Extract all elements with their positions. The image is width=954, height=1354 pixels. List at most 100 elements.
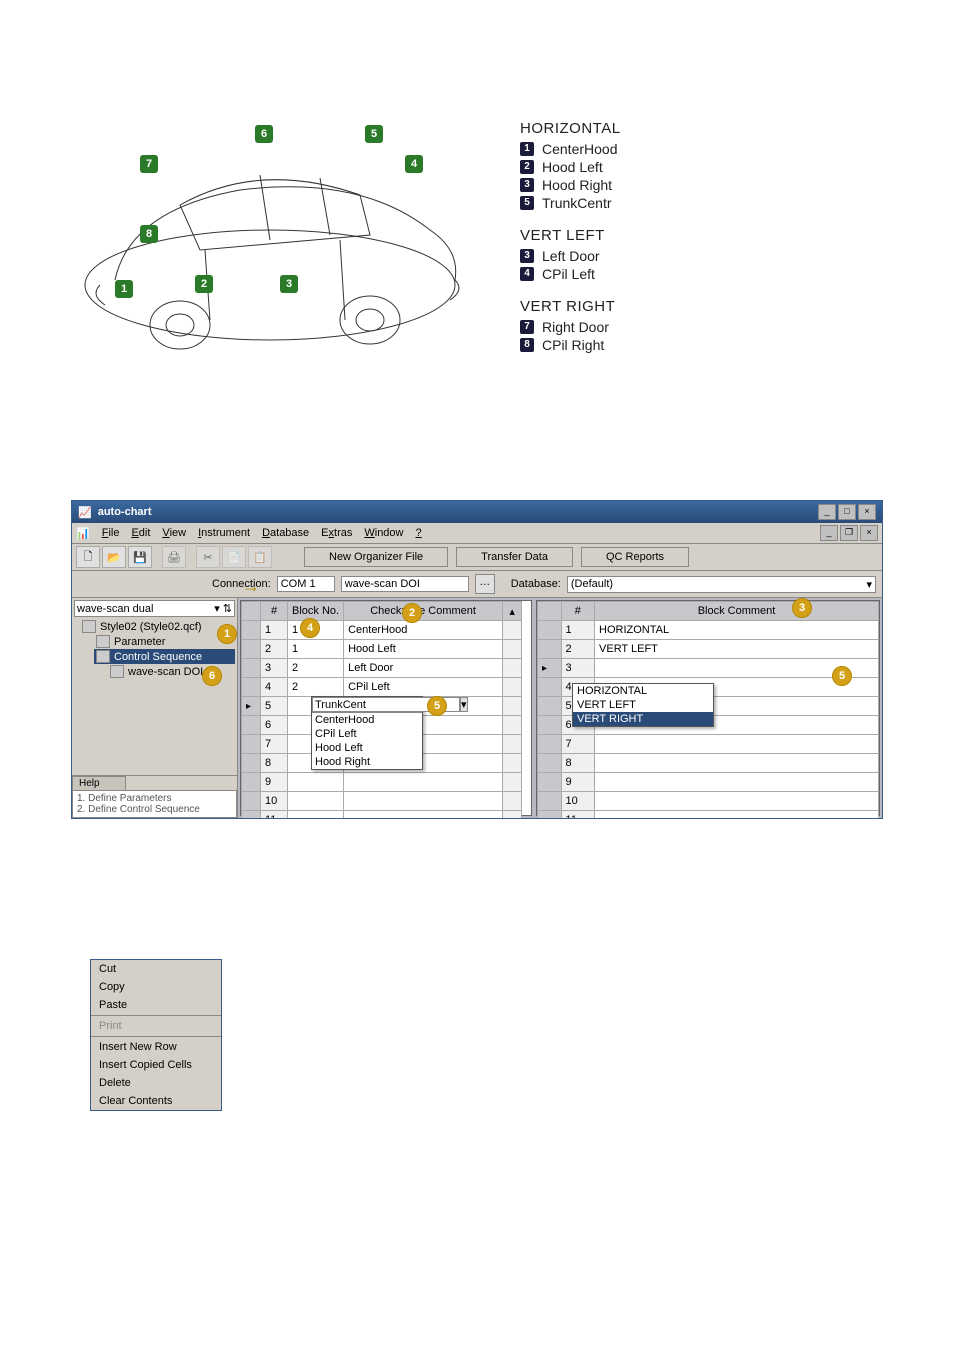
chevron-down-icon[interactable]: ▾ bbox=[460, 697, 468, 712]
new-organizer-button[interactable]: New Organizer File bbox=[304, 547, 448, 567]
legend-label: CenterHood bbox=[542, 141, 618, 157]
checkzone-table: # Block No. Checkzone Comment ▴ 11Center… bbox=[240, 600, 532, 816]
annotation-5b: 5 bbox=[832, 666, 852, 686]
legend-badge: 5 bbox=[520, 196, 534, 210]
tree-selector[interactable]: wave-scan dual ▾ ⇅ bbox=[74, 600, 235, 617]
help-pane: Help 1. Define Parameters 2. Define Cont… bbox=[72, 775, 237, 818]
ctx-clear[interactable]: Clear Contents bbox=[91, 1092, 221, 1110]
connection-row: Connection: … Database: (Default) ▾ bbox=[72, 571, 882, 598]
car-badge-1: 1 bbox=[115, 280, 133, 298]
app-title: auto-chart bbox=[98, 506, 812, 518]
scroll-up-icon[interactable]: ▴ bbox=[503, 602, 522, 621]
legend-label: TrunkCentr bbox=[542, 195, 612, 211]
menu-view[interactable]: View bbox=[162, 527, 186, 539]
tree-pane: wave-scan dual ▾ ⇅ Style02 (Style02.qcf)… bbox=[72, 598, 238, 818]
annotation-3: 3 bbox=[792, 598, 812, 618]
mdi-restore-button[interactable]: ❐ bbox=[840, 525, 858, 541]
tree-node-control-sequence[interactable]: Control Sequence bbox=[94, 649, 235, 664]
annotation-2: 2 bbox=[402, 603, 422, 623]
legend-label: Hood Right bbox=[542, 177, 612, 193]
ctx-paste[interactable]: Paste bbox=[91, 996, 221, 1014]
transfer-data-button[interactable]: Transfer Data bbox=[456, 547, 573, 567]
ctx-delete[interactable]: Delete bbox=[91, 1074, 221, 1092]
menu-help[interactable]: ? bbox=[416, 527, 422, 539]
tree-node-parameter[interactable]: Parameter bbox=[94, 634, 235, 649]
print-button[interactable]: 🖨 bbox=[162, 546, 186, 568]
database-label: Database: bbox=[511, 578, 561, 590]
dd-item[interactable]: VERT RIGHT bbox=[573, 712, 713, 726]
annotation-4: 4 bbox=[300, 618, 320, 638]
col-comment: Checkzone Comment bbox=[344, 602, 503, 621]
menu-database[interactable]: Database bbox=[262, 527, 309, 539]
legend-label: CPil Left bbox=[542, 266, 595, 282]
cut-button[interactable]: ✂ bbox=[196, 546, 220, 568]
checkzone-dd-list: CenterHood CPil Left Hood Left Hood Righ… bbox=[312, 712, 422, 769]
car-badge-3: 3 bbox=[280, 275, 298, 293]
ctx-insert-cells[interactable]: Insert Copied Cells bbox=[91, 1056, 221, 1074]
legend-badge: 8 bbox=[520, 338, 534, 352]
file-icon bbox=[96, 650, 110, 663]
paste-button[interactable]: 📋 bbox=[248, 546, 272, 568]
annotation-5: 5 bbox=[427, 696, 447, 716]
legend-label: CPil Right bbox=[542, 337, 604, 353]
maximize-button[interactable]: □ bbox=[838, 504, 856, 520]
file-icon bbox=[96, 635, 110, 648]
mdi-close-button[interactable]: × bbox=[860, 525, 878, 541]
menu-extras[interactable]: Extras bbox=[321, 527, 352, 539]
menu-instrument[interactable]: Instrument bbox=[198, 527, 250, 539]
menu-edit[interactable]: Edit bbox=[131, 527, 150, 539]
open-button[interactable]: 📂 bbox=[102, 546, 126, 568]
new-button[interactable]: 🗋 bbox=[76, 546, 100, 568]
legend-title: VERT RIGHT bbox=[520, 298, 621, 315]
legend-badge: 1 bbox=[520, 142, 534, 156]
com-port-input[interactable] bbox=[277, 576, 335, 592]
car-legend: HORIZONTAL 1CenterHood 2Hood Left 3Hood … bbox=[520, 120, 621, 380]
dd-item[interactable]: Hood Right bbox=[312, 755, 422, 769]
col-num: # bbox=[561, 602, 594, 621]
minimize-button[interactable]: _ bbox=[818, 504, 836, 520]
organizer-browse-button[interactable]: … bbox=[475, 574, 495, 594]
app-window: 📈 auto-chart _ □ × 📊 File Edit View Inst… bbox=[71, 500, 883, 819]
car-diagram-section: 6 5 7 4 8 1 2 3 HORIZONTAL 1CenterHood 2… bbox=[60, 120, 894, 380]
organizer-input[interactable] bbox=[341, 576, 469, 592]
legend-label: Right Door bbox=[542, 319, 609, 335]
toolbar: 🗋 📂 💾 🖨 ✂ 📄 📋 New Organizer File Transfe… bbox=[72, 544, 882, 571]
block-dropdown[interactable]: HORIZONTAL VERT LEFT VERT RIGHT bbox=[572, 683, 714, 727]
help-tab[interactable]: Help bbox=[72, 776, 126, 790]
ctx-insert-row[interactable]: Insert New Row bbox=[91, 1038, 221, 1056]
dd-item[interactable]: Hood Left bbox=[312, 741, 422, 755]
database-select[interactable]: (Default) ▾ bbox=[567, 576, 876, 593]
ctx-print: Print bbox=[91, 1017, 221, 1035]
dd-item[interactable]: VERT LEFT bbox=[573, 698, 713, 712]
menubar: 📊 File Edit View Instrument Database Ext… bbox=[72, 523, 882, 544]
help-step-2: 2. Define Control Sequence bbox=[77, 804, 232, 815]
close-button[interactable]: × bbox=[858, 504, 876, 520]
save-button[interactable]: 💾 bbox=[128, 546, 152, 568]
pin-icon[interactable]: ⇅ bbox=[223, 602, 232, 615]
menu-window[interactable]: Window bbox=[364, 527, 403, 539]
car-badge-7: 7 bbox=[140, 155, 158, 173]
ctx-cut[interactable]: Cut bbox=[91, 960, 221, 978]
annotation-1: 1 bbox=[217, 624, 237, 644]
legend-badge: 7 bbox=[520, 320, 534, 334]
copy-button[interactable]: 📄 bbox=[222, 546, 246, 568]
checkzone-dropdown[interactable]: ▾ CenterHood CPil Left Hood Left Hood Ri… bbox=[311, 696, 423, 770]
legend-badge: 4 bbox=[520, 267, 534, 281]
legend-label: Left Door bbox=[542, 248, 600, 264]
menu-file[interactable]: File bbox=[102, 527, 120, 539]
menubar-icon: 📊 bbox=[76, 527, 90, 540]
legend-group-horizontal: HORIZONTAL 1CenterHood 2Hood Left 3Hood … bbox=[520, 120, 621, 211]
ctx-copy[interactable]: Copy bbox=[91, 978, 221, 996]
chevron-down-icon: ▾ bbox=[214, 602, 220, 615]
dd-item[interactable]: CenterHood bbox=[312, 713, 422, 727]
legend-badge: 3 bbox=[520, 249, 534, 263]
mdi-minimize-button[interactable]: _ bbox=[820, 525, 838, 541]
col-comment: Block Comment bbox=[595, 602, 879, 621]
context-menu: Cut Copy Paste Print Insert New Row Inse… bbox=[90, 959, 222, 1111]
dd-item[interactable]: HORIZONTAL bbox=[573, 684, 713, 698]
qc-reports-button[interactable]: QC Reports bbox=[581, 547, 689, 567]
tree-selected-value: wave-scan dual bbox=[77, 603, 211, 615]
dd-item[interactable]: CPil Left bbox=[312, 727, 422, 741]
tree-node-style[interactable]: Style02 (Style02.qcf) bbox=[80, 619, 235, 634]
car-badge-5: 5 bbox=[365, 125, 383, 143]
